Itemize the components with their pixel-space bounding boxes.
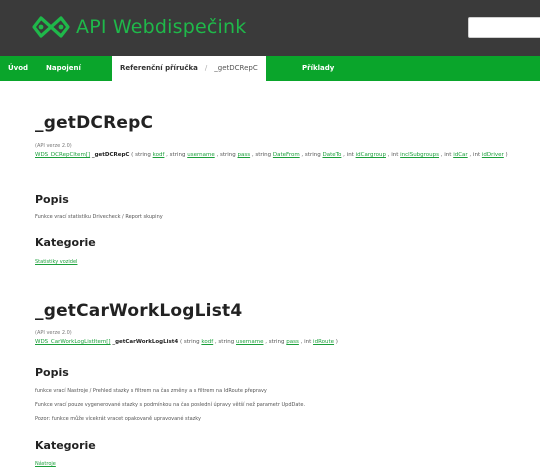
param-link[interactable]: kodf	[153, 152, 165, 158]
param-link[interactable]: username	[187, 152, 215, 158]
category-link[interactable]: Nástroje	[35, 461, 56, 467]
logo-icon	[32, 16, 70, 38]
function-title: _getDCRepC	[35, 113, 154, 133]
description-text: Funkce vrací pouze vygenerované stazky s…	[35, 402, 306, 408]
nav-separator: /	[204, 64, 208, 72]
section-heading-popis: Popis	[35, 366, 69, 379]
nav-item-uvod[interactable]: Úvod	[8, 56, 28, 81]
param-link[interactable]: idRoute	[313, 339, 334, 345]
param-link[interactable]: idCargroup	[356, 152, 386, 158]
nav-reference-label[interactable]: Referenční příručka	[120, 64, 198, 72]
function-signature: WDS_DCRepCItem[] _getDCRepC ( string kod…	[35, 152, 508, 158]
function-title: _getCarWorkLogList4	[35, 301, 243, 321]
logo[interactable]: API Webdispečink	[31, 13, 246, 41]
param-link[interactable]: DateTo	[322, 152, 341, 158]
param-link[interactable]: kodf	[201, 339, 213, 345]
api-version: (API verze 2.0)	[35, 143, 72, 149]
nav-item-reference[interactable]: Referenční příručka / _getDCRepC	[112, 56, 266, 81]
section-heading-kategorie: Kategorie	[35, 439, 96, 452]
nav-item-napojeni[interactable]: Napojení	[46, 56, 81, 81]
param-link[interactable]: idCar	[453, 152, 468, 158]
nav-current-page: _getDCRepC	[214, 64, 258, 72]
site-header: API Webdispečink	[0, 0, 540, 56]
function-signature: WDS_CarWorkLogListItem[] _getCarWorkLogL…	[35, 339, 338, 345]
section-heading-kategorie: Kategorie	[35, 236, 96, 249]
description-text: Funkce vrací statistiku Drivecheck / Rep…	[35, 214, 163, 220]
section-heading-popis: Popis	[35, 193, 69, 206]
function-name: _getDCRepC	[91, 152, 130, 158]
search-input[interactable]	[468, 17, 540, 38]
description-text: Pozor: funkce může vícekrát vracet opako…	[35, 416, 201, 422]
param-link[interactable]: inclSubgroups	[400, 152, 439, 158]
param-link[interactable]: username	[236, 339, 264, 345]
description-text: funkce vrací Nastroje / Prehled stazky s…	[35, 388, 267, 394]
nav-item-priklady[interactable]: Příklady	[302, 56, 334, 81]
param-link[interactable]: idDriver	[482, 152, 504, 158]
return-type-link[interactable]: WDS_CarWorkLogListItem[]	[35, 339, 111, 345]
function-name: _getCarWorkLogList4	[112, 339, 179, 345]
site-title: API Webdispečink	[76, 16, 247, 38]
param-link[interactable]: pass	[238, 152, 251, 158]
main-nav: Úvod Napojení Referenční příručka / _getDC…	[0, 56, 540, 81]
api-version: (API verze 2.0)	[35, 330, 72, 336]
return-type-link[interactable]: WDS_DCRepCItem[]	[35, 152, 90, 158]
param-link[interactable]: DateFrom	[273, 152, 300, 158]
param-link[interactable]: pass	[286, 339, 299, 345]
category-link[interactable]: Statistiky vozidel	[35, 259, 77, 265]
